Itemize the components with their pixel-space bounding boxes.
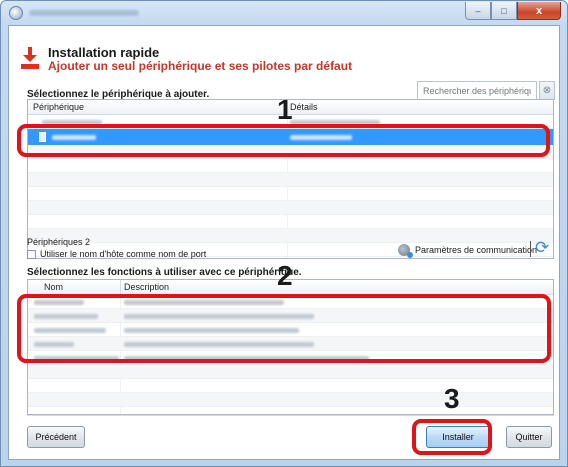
- callout-number-1: 1: [277, 94, 293, 125]
- maximize-button[interactable]: □: [491, 2, 517, 20]
- client-area: Installation rapide Ajouter un seul péri…: [8, 25, 560, 460]
- comm-params-label: Paramètres de communication: [415, 245, 538, 255]
- search-clear-icon[interactable]: ⊗: [539, 81, 555, 100]
- hostname-checkbox[interactable]: [27, 249, 36, 259]
- install-button[interactable]: Installer: [426, 426, 490, 448]
- install-arrow-icon: [21, 47, 39, 69]
- window-controls: – □ x: [465, 2, 561, 20]
- installer-window: – □ x Installation rapide Ajouter un seu…: [0, 0, 568, 467]
- quit-button[interactable]: Quitter: [506, 426, 552, 448]
- function-row[interactable]: [28, 295, 553, 309]
- function-list[interactable]: Nom Description: [27, 279, 554, 415]
- hostname-checkbox-row[interactable]: Utiliser le nom d'hôte comme nom de port: [27, 249, 206, 259]
- close-button[interactable]: x: [517, 2, 561, 20]
- column-header-description[interactable]: Description: [124, 282, 169, 292]
- toolbar-divider: [530, 241, 531, 257]
- minimize-button[interactable]: –: [465, 2, 491, 20]
- app-icon: [9, 6, 23, 20]
- callout-number-2: 2: [277, 260, 293, 291]
- window-title-blurred: [29, 10, 139, 16]
- device-row-selected[interactable]: [28, 129, 553, 145]
- function-section-label: Sélectionnez les fonctions à utiliser av…: [27, 267, 302, 278]
- column-header-name[interactable]: Nom: [44, 282, 63, 292]
- previous-button[interactable]: Précédent: [27, 426, 85, 448]
- network-settings-icon: [398, 244, 413, 258]
- function-row[interactable]: [28, 309, 553, 323]
- comm-params-link[interactable]: Paramètres de communication: [398, 244, 538, 258]
- device-count-label: Périphériques 2: [27, 237, 91, 247]
- footer-divider: [27, 415, 554, 416]
- function-row[interactable]: [28, 323, 553, 337]
- title-bar[interactable]: – □ x: [1, 1, 567, 25]
- function-row[interactable]: [28, 337, 553, 351]
- printer-icon: [39, 132, 46, 142]
- column-header-device[interactable]: Périphérique: [33, 102, 84, 112]
- refresh-icon[interactable]: ⟳: [535, 239, 549, 257]
- column-header-details[interactable]: Détails: [290, 102, 318, 112]
- hostname-checkbox-label: Utiliser le nom d'hôte comme nom de port: [40, 249, 207, 259]
- device-search-input[interactable]: [417, 81, 537, 100]
- function-row[interactable]: [28, 351, 553, 365]
- page-subtitle: Ajouter un seul périphérique et ses pilo…: [48, 59, 353, 73]
- page-title: Installation rapide: [48, 45, 160, 60]
- callout-number-3: 3: [444, 383, 460, 414]
